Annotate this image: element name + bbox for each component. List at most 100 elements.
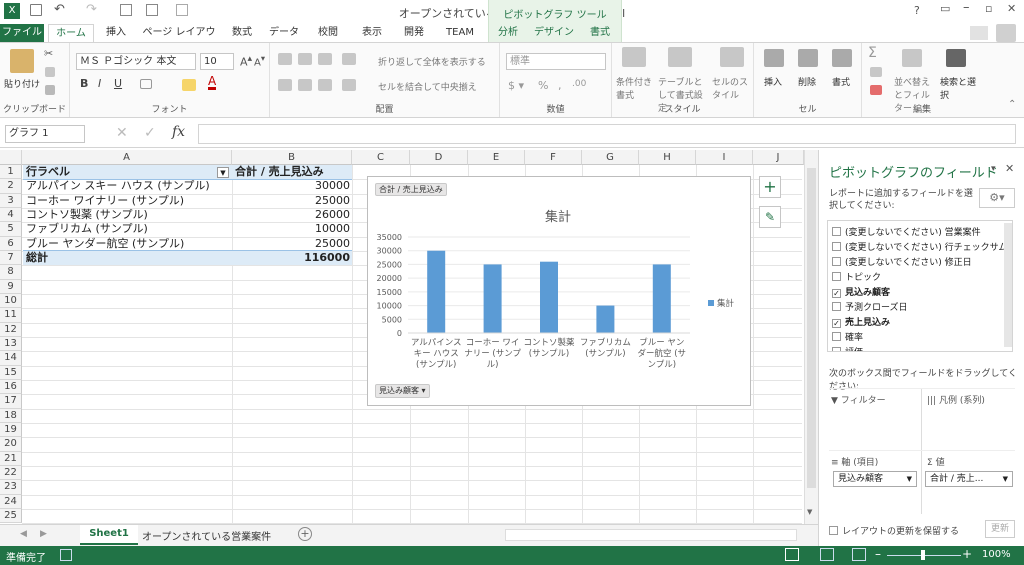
filter-dropdown-icon[interactable]: ▼ xyxy=(217,167,229,178)
account-area[interactable] xyxy=(970,26,988,40)
tab-analyze[interactable]: 分析 xyxy=(490,24,526,42)
pivot-grand-total-value[interactable]: 116000 xyxy=(232,251,350,265)
row-header[interactable]: 15 xyxy=(0,365,22,380)
zoom-out-icon[interactable]: – xyxy=(875,547,881,561)
field-checkbox[interactable] xyxy=(832,272,841,281)
field-checkbox[interactable] xyxy=(832,257,841,266)
row-header[interactable]: 9 xyxy=(0,279,22,294)
defer-update-checkbox[interactable]: レイアウトの更新を保留する xyxy=(829,524,959,537)
zoom-level[interactable]: 100% xyxy=(982,549,1011,560)
align-left-icon[interactable] xyxy=(278,79,292,91)
font-color-icon[interactable]: A xyxy=(208,75,217,90)
field-item[interactable]: (変更しないでください) 修正日 xyxy=(832,255,972,268)
indent-icon[interactable] xyxy=(342,79,356,91)
field-checkbox[interactable] xyxy=(832,347,841,351)
row-header[interactable]: 6 xyxy=(0,236,22,251)
tab-developer[interactable]: 開発 xyxy=(396,24,432,42)
pivot-row-value[interactable]: 25000 xyxy=(232,237,350,251)
pivot-grand-total-label[interactable]: 総計 xyxy=(26,251,48,265)
zoom-in-icon[interactable]: + xyxy=(962,547,972,561)
align-top-icon[interactable] xyxy=(278,53,292,65)
checkbox[interactable] xyxy=(829,526,838,535)
field-item[interactable]: 評価 xyxy=(832,345,863,351)
row-header[interactable]: 8 xyxy=(0,265,22,280)
row-header[interactable]: 22 xyxy=(0,465,22,481)
close-button[interactable]: ✕ xyxy=(1007,2,1016,15)
autosum-icon[interactable]: Σ xyxy=(868,45,877,61)
format-painter-icon[interactable] xyxy=(45,85,55,95)
row-header[interactable]: 14 xyxy=(0,351,22,366)
tab-view[interactable]: 表示 xyxy=(352,24,392,42)
sheet-tab-active[interactable]: Sheet1 xyxy=(80,525,138,545)
row-header[interactable]: 12 xyxy=(0,322,22,337)
maximize-button[interactable]: ▫ xyxy=(985,2,992,15)
row-header[interactable]: 18 xyxy=(0,408,22,423)
cut-icon[interactable]: ✂ xyxy=(44,47,53,60)
merge-center-button[interactable]: セルを結合して中央揃え xyxy=(378,80,477,93)
column-header[interactable]: D xyxy=(410,150,468,165)
field-checkbox[interactable] xyxy=(832,332,841,341)
row-header[interactable]: 10 xyxy=(0,293,22,309)
bold-icon[interactable]: B xyxy=(80,77,88,90)
column-header[interactable]: G xyxy=(582,150,639,165)
find-select-icon[interactable] xyxy=(946,49,966,67)
field-checkbox[interactable] xyxy=(832,242,841,251)
prev-sheet-icon[interactable]: ◀ xyxy=(20,529,27,539)
pivot-row-label[interactable]: アルパイン スキー ハウス (サンプル) xyxy=(26,179,210,193)
row-header[interactable]: 11 xyxy=(0,308,22,323)
next-sheet-icon[interactable]: ▶ xyxy=(40,529,47,539)
pane-close-icon[interactable]: ✕ xyxy=(1005,162,1014,175)
find-select-button[interactable]: 検索と選択 xyxy=(940,75,980,101)
copy-icon[interactable] xyxy=(45,67,55,77)
page-break-view-icon[interactable] xyxy=(852,548,866,561)
field-item[interactable]: (変更しないでください) 行チェックサム xyxy=(832,240,1007,253)
field-checkbox[interactable]: ✓ xyxy=(832,289,841,298)
field-item[interactable]: ✓ 見込み顧客 xyxy=(832,285,890,298)
pivot-value-header[interactable]: 合計 / 売上見込み xyxy=(235,165,324,179)
tab-design[interactable]: デザイン xyxy=(532,24,576,42)
vertical-scrollbar[interactable]: ▼ xyxy=(804,150,818,524)
pivot-row-value[interactable]: 25000 xyxy=(232,194,350,208)
update-button[interactable]: 更新 xyxy=(985,520,1015,538)
tab-format[interactable]: 書式 xyxy=(582,24,618,42)
row-header[interactable]: 24 xyxy=(0,494,22,509)
row-header[interactable]: 3 xyxy=(0,193,22,208)
row-header[interactable]: 23 xyxy=(0,480,22,495)
tab-page-layout[interactable]: ページ レイアウト xyxy=(138,24,220,56)
pivot-row-label[interactable]: ブルー ヤンダー航空 (サンプル) xyxy=(26,237,184,251)
new-sheet-icon[interactable]: + xyxy=(298,527,312,541)
select-all-corner[interactable] xyxy=(0,150,22,165)
macro-record-icon[interactable] xyxy=(60,549,72,561)
insert-cells-button[interactable]: 挿入 xyxy=(764,75,782,88)
cancel-icon[interactable]: ✕ xyxy=(116,125,128,141)
border-icon[interactable] xyxy=(140,79,152,89)
align-middle-icon[interactable] xyxy=(298,53,312,65)
comma-icon[interactable]: , xyxy=(558,79,562,92)
tab-team[interactable]: TEAM xyxy=(440,24,480,42)
normal-view-icon[interactable] xyxy=(785,548,799,561)
conditional-format-button[interactable]: 条件付き書式 xyxy=(616,75,656,101)
clear-icon[interactable] xyxy=(870,85,882,95)
pivot-row-value[interactable]: 10000 xyxy=(232,222,350,236)
font-size-select[interactable]: 10 xyxy=(200,53,234,70)
axis-field-button[interactable]: 見込み顧客 ▾ xyxy=(375,384,430,398)
row-header[interactable]: 1 xyxy=(0,165,22,180)
cell-styles-button[interactable]: セルのスタイル xyxy=(712,75,748,101)
column-header[interactable]: F xyxy=(525,150,582,165)
formula-input[interactable] xyxy=(198,124,1016,144)
column-header[interactable]: J xyxy=(753,150,804,165)
insert-function-icon[interactable]: fx xyxy=(172,124,185,140)
row-header[interactable]: 13 xyxy=(0,336,22,352)
field-item[interactable]: トピック xyxy=(832,270,881,283)
collapse-ribbon-icon[interactable]: ⌃ xyxy=(1008,99,1016,110)
insert-cells-icon[interactable] xyxy=(764,49,784,67)
row-header[interactable]: 25 xyxy=(0,508,22,524)
row-header[interactable]: 2 xyxy=(0,179,22,194)
field-item[interactable]: 予測クローズ日 xyxy=(832,300,908,313)
field-item[interactable]: 確率 xyxy=(832,330,863,343)
tab-review[interactable]: 校閲 xyxy=(308,24,348,42)
row-header[interactable]: 20 xyxy=(0,437,22,452)
column-header[interactable]: B xyxy=(232,150,352,165)
wrap-text-button[interactable]: 折り返して全体を表示する xyxy=(378,55,486,68)
align-right-icon[interactable] xyxy=(318,79,332,91)
